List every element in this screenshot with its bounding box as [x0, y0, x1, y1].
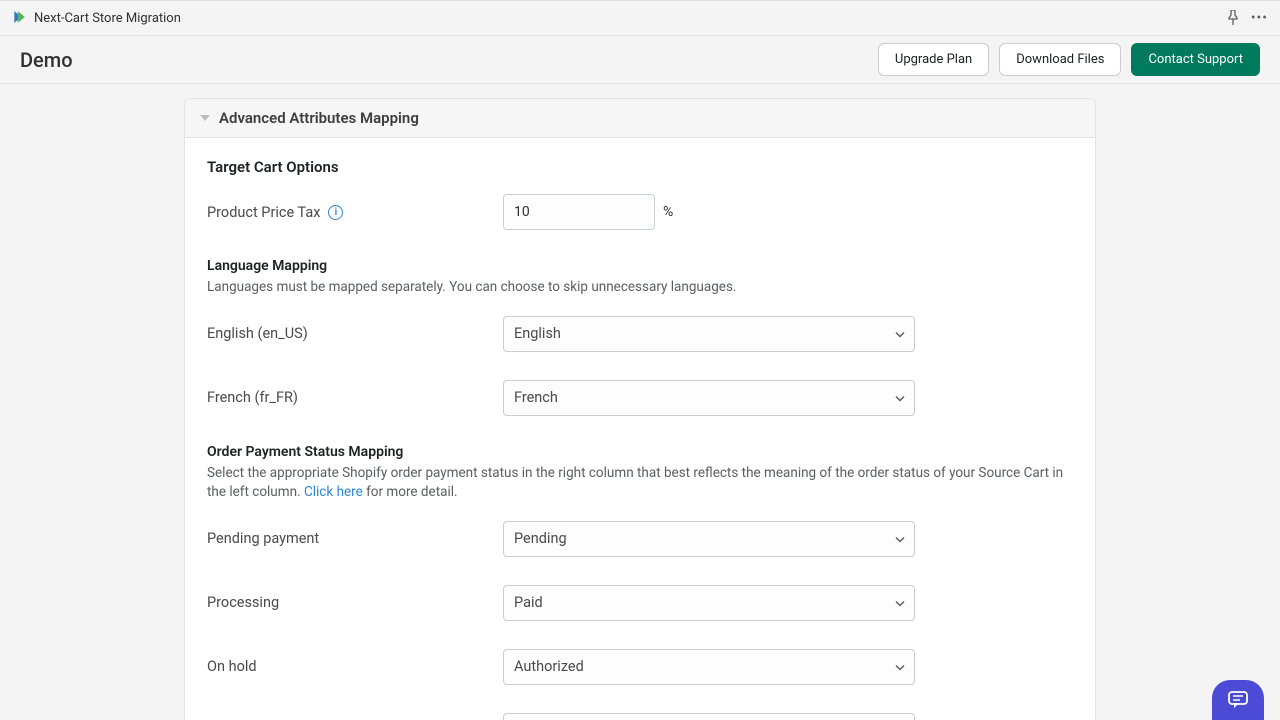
app-title-wrap: Next-Cart Store Migration [12, 9, 181, 28]
status-label: On hold [207, 658, 503, 675]
more-icon[interactable]: ••• [1251, 10, 1268, 26]
order-status-desc-post: for more detail. [363, 484, 458, 500]
language-select-french[interactable]: French [503, 380, 915, 416]
status-select-pending-payment[interactable]: Pending [503, 521, 915, 557]
target-options-title: Target Cart Options [207, 158, 1073, 176]
header-actions: Upgrade Plan Download Files Contact Supp… [878, 43, 1260, 76]
download-files-button[interactable]: Download Files [999, 43, 1121, 76]
status-label: Processing [207, 594, 503, 611]
chat-icon [1227, 690, 1249, 710]
card-header[interactable]: Advanced Attributes Mapping [185, 99, 1095, 138]
percent-suffix: % [663, 204, 673, 220]
page-header: Demo Upgrade Plan Download Files Contact… [0, 36, 1280, 84]
content-scroll[interactable]: Advanced Attributes Mapping Target Cart … [0, 84, 1280, 720]
title-bar: Next-Cart Store Migration ••• [0, 0, 1280, 36]
collapse-icon [199, 112, 211, 124]
status-label: Pending payment [207, 530, 503, 547]
upgrade-plan-button[interactable]: Upgrade Plan [878, 43, 989, 76]
title-bar-actions: ••• [1227, 9, 1268, 27]
app-logo-icon [12, 9, 26, 28]
status-row-on-hold: On hold Authorized [207, 649, 1073, 685]
contact-support-button[interactable]: Contact Support [1131, 43, 1260, 76]
order-status-title: Order Payment Status Mapping [207, 444, 1073, 460]
price-tax-label-text: Product Price Tax [207, 204, 320, 221]
price-tax-row: Product Price Tax i % [207, 194, 1073, 230]
status-select-completed[interactable]: Paid [503, 713, 915, 720]
status-row-processing: Processing Paid [207, 585, 1073, 621]
advanced-attributes-card: Advanced Attributes Mapping Target Cart … [184, 98, 1096, 720]
chat-widget[interactable] [1212, 680, 1264, 720]
language-mapping-title: Language Mapping [207, 258, 1073, 274]
page-title: Demo [20, 48, 73, 72]
status-row-completed: Completed Paid [207, 713, 1073, 720]
pin-icon[interactable] [1227, 9, 1241, 27]
language-label-english: English (en_US) [207, 325, 503, 342]
status-select-processing[interactable]: Paid [503, 585, 915, 621]
info-icon[interactable]: i [328, 205, 343, 220]
card-body: Target Cart Options Product Price Tax i … [185, 138, 1095, 720]
price-tax-input[interactable] [503, 194, 655, 230]
status-select-on-hold[interactable]: Authorized [503, 649, 915, 685]
price-tax-label: Product Price Tax i [207, 204, 503, 221]
language-label-french: French (fr_FR) [207, 389, 503, 406]
language-select-english[interactable]: English [503, 316, 915, 352]
language-mapping-desc: Languages must be mapped separately. You… [207, 278, 1073, 298]
card-title: Advanced Attributes Mapping [219, 109, 419, 127]
language-row-french: French (fr_FR) French [207, 380, 1073, 416]
order-status-desc: Select the appropriate Shopify order pay… [207, 464, 1073, 503]
status-row-pending-payment: Pending payment Pending [207, 521, 1073, 557]
click-here-link[interactable]: Click here [304, 484, 363, 500]
app-name: Next-Cart Store Migration [34, 11, 181, 26]
language-row-english: English (en_US) English [207, 316, 1073, 352]
